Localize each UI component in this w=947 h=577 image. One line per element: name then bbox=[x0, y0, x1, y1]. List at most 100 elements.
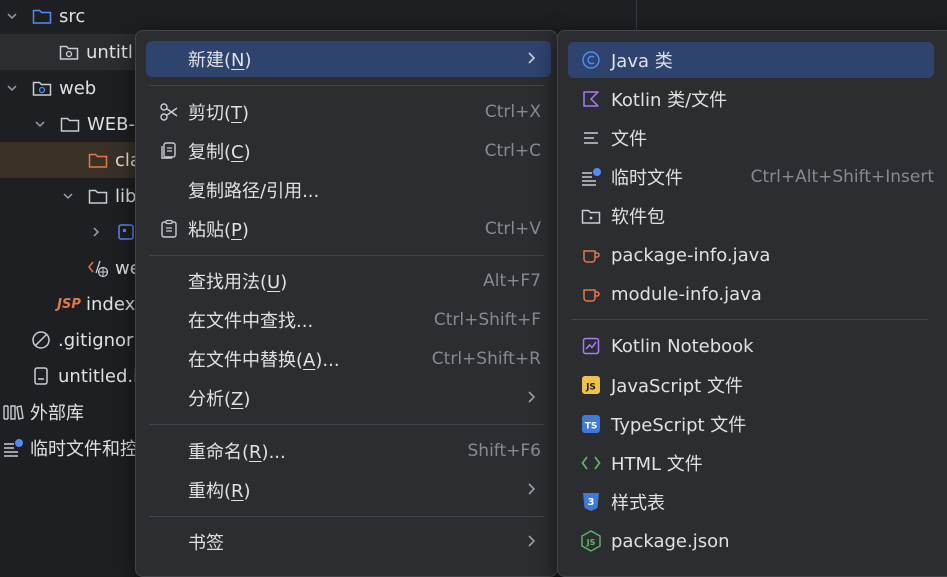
menu-item-label: JavaScript 文件 bbox=[611, 376, 743, 397]
menu-item-label: 在文件中替换(A)... bbox=[188, 350, 340, 371]
text-file-icon bbox=[580, 127, 602, 149]
menu-item-kotlin-file[interactable]: Kotlin 类/文件 bbox=[568, 81, 934, 117]
clipboard-icon bbox=[158, 218, 180, 240]
menu-item-rename[interactable]: 重命名(R)... Shift+F6 bbox=[146, 433, 551, 469]
menu-item-paste[interactable]: 粘贴(P) Ctrl+V bbox=[146, 211, 551, 247]
tree-item-label: WEB- bbox=[87, 113, 136, 135]
source-folder-icon bbox=[31, 5, 53, 27]
shortcut-label: Ctrl+Alt+Shift+Insert bbox=[750, 167, 934, 187]
menu-item-label: 软件包 bbox=[611, 207, 665, 228]
menu-item-label: 在文件中查找... bbox=[188, 311, 314, 332]
scratch-file-icon bbox=[580, 166, 602, 188]
svg-text:JS: JS bbox=[585, 383, 596, 393]
shortcut-label: Ctrl+V bbox=[484, 219, 541, 239]
chevron-right-icon bbox=[527, 481, 537, 500]
menu-item-label: Kotlin 类/文件 bbox=[611, 90, 728, 111]
svg-text:JS: JS bbox=[586, 538, 596, 547]
chevron-down-icon[interactable] bbox=[31, 115, 49, 133]
menu-item-label: package-info.java bbox=[611, 244, 771, 266]
menu-item-label: Kotlin Notebook bbox=[611, 335, 754, 357]
menu-item-cut[interactable]: 剪切(T) Ctrl+X bbox=[146, 94, 551, 130]
iml-file-icon bbox=[30, 365, 52, 387]
shortcut-label: Alt+F7 bbox=[483, 271, 541, 291]
menu-item-stylesheet[interactable]: 3 样式表 bbox=[568, 484, 934, 520]
menu-item-analyze[interactable]: 分析(Z) bbox=[146, 380, 551, 416]
menu-item-label: module-info.java bbox=[611, 283, 762, 305]
folder-icon bbox=[59, 113, 81, 135]
menu-separator bbox=[149, 516, 544, 517]
menu-item-module-info[interactable]: module-info.java bbox=[568, 276, 934, 312]
menu-item-javascript-file[interactable]: JS JavaScript 文件 bbox=[568, 367, 934, 403]
menu-item-label: 样式表 bbox=[611, 493, 665, 514]
tree-item-label: 外部库 bbox=[30, 403, 84, 424]
excluded-folder-icon bbox=[87, 149, 109, 171]
menu-item-label: 重命名(R)... bbox=[188, 442, 286, 463]
menu-item-html-file[interactable]: HTML 文件 bbox=[568, 445, 934, 481]
tree-item-label: untitled.i bbox=[58, 365, 139, 387]
menu-item-copy[interactable]: 复制(C) Ctrl+C bbox=[146, 133, 551, 169]
web-folder-icon bbox=[31, 77, 53, 99]
java-file-icon bbox=[580, 244, 602, 266]
menu-item-kotlin-notebook[interactable]: Kotlin Notebook bbox=[568, 328, 934, 364]
shortcut-label: Ctrl+C bbox=[484, 141, 541, 161]
menu-separator bbox=[572, 319, 928, 320]
new-submenu: Java 类 Kotlin 类/文件 文件 临时文件 Ctrl+Alt+Shif… bbox=[557, 30, 947, 577]
html-icon bbox=[580, 452, 602, 474]
menu-item-label: TypeScript 文件 bbox=[611, 415, 747, 436]
scissors-icon bbox=[158, 101, 180, 123]
menu-item-label: 新建(N) bbox=[188, 50, 252, 71]
nodejs-icon: JS bbox=[580, 530, 602, 552]
menu-item-label: 查找用法(U) bbox=[188, 272, 288, 293]
menu-item-package[interactable]: 软件包 bbox=[568, 198, 934, 234]
menu-item-file[interactable]: 文件 bbox=[568, 120, 934, 156]
menu-item-label: 复制路径/引用... bbox=[188, 181, 320, 202]
chevron-down-icon[interactable] bbox=[3, 79, 21, 97]
menu-item-package-json[interactable]: JS package.json bbox=[568, 523, 934, 559]
javascript-icon: JS bbox=[580, 374, 602, 396]
chevron-right-icon[interactable] bbox=[87, 223, 105, 241]
tree-item-src[interactable]: src bbox=[0, 0, 947, 34]
menu-item-scratch-file[interactable]: 临时文件 Ctrl+Alt+Shift+Insert bbox=[568, 159, 934, 195]
menu-item-copy-path[interactable]: 复制路径/引用... bbox=[146, 172, 551, 208]
menu-item-label: 复制(C) bbox=[188, 142, 251, 163]
module-file-icon bbox=[58, 41, 80, 63]
tree-item-label: 临时文件和控 bbox=[30, 439, 138, 460]
java-file-icon bbox=[580, 283, 602, 305]
menu-separator bbox=[149, 424, 544, 425]
tree-item-label: .gitignor bbox=[58, 329, 134, 351]
menu-separator bbox=[149, 85, 544, 86]
menu-item-new[interactable]: 新建(N) bbox=[146, 41, 551, 77]
library-icon bbox=[115, 221, 137, 243]
java-class-icon bbox=[580, 49, 602, 71]
tree-item-label: untitl bbox=[86, 41, 133, 63]
menu-item-replace-in-files[interactable]: 在文件中替换(A)... Ctrl+Shift+R bbox=[146, 341, 551, 377]
menu-item-typescript-file[interactable]: TS TypeScript 文件 bbox=[568, 406, 934, 442]
css-icon: 3 bbox=[580, 491, 602, 513]
chevron-down-icon[interactable] bbox=[59, 187, 77, 205]
svg-text:3: 3 bbox=[588, 497, 595, 508]
chevron-down-icon[interactable] bbox=[3, 7, 21, 25]
folder-icon bbox=[87, 185, 109, 207]
tree-item-label: web bbox=[59, 77, 97, 99]
chevron-right-icon bbox=[527, 533, 537, 552]
kotlin-icon bbox=[580, 88, 602, 110]
menu-item-bookmarks[interactable]: 书签 bbox=[146, 524, 551, 560]
menu-item-label: 重构(R) bbox=[188, 481, 251, 502]
tree-item-label: lib bbox=[115, 185, 137, 207]
menu-item-label: 文件 bbox=[611, 129, 647, 150]
chevron-right-icon bbox=[527, 389, 537, 408]
shortcut-label: Shift+F6 bbox=[467, 441, 541, 461]
menu-item-refactor[interactable]: 重构(R) bbox=[146, 472, 551, 508]
typescript-icon: TS bbox=[580, 413, 602, 435]
menu-item-label: 书签 bbox=[188, 533, 224, 554]
tree-item-label: src bbox=[59, 5, 86, 27]
menu-item-find-in-files[interactable]: 在文件中查找... Ctrl+Shift+F bbox=[146, 302, 551, 338]
web-xml-icon bbox=[87, 257, 109, 279]
menu-item-find-usages[interactable]: 查找用法(U) Alt+F7 bbox=[146, 263, 551, 299]
package-folder-icon bbox=[580, 205, 602, 227]
menu-item-label: 剪切(T) bbox=[188, 103, 250, 124]
menu-item-java-class[interactable]: Java 类 bbox=[568, 42, 934, 78]
shortcut-label: Ctrl+Shift+F bbox=[433, 310, 541, 330]
shortcut-label: Ctrl+X bbox=[484, 102, 541, 122]
menu-item-package-info[interactable]: package-info.java bbox=[568, 237, 934, 273]
